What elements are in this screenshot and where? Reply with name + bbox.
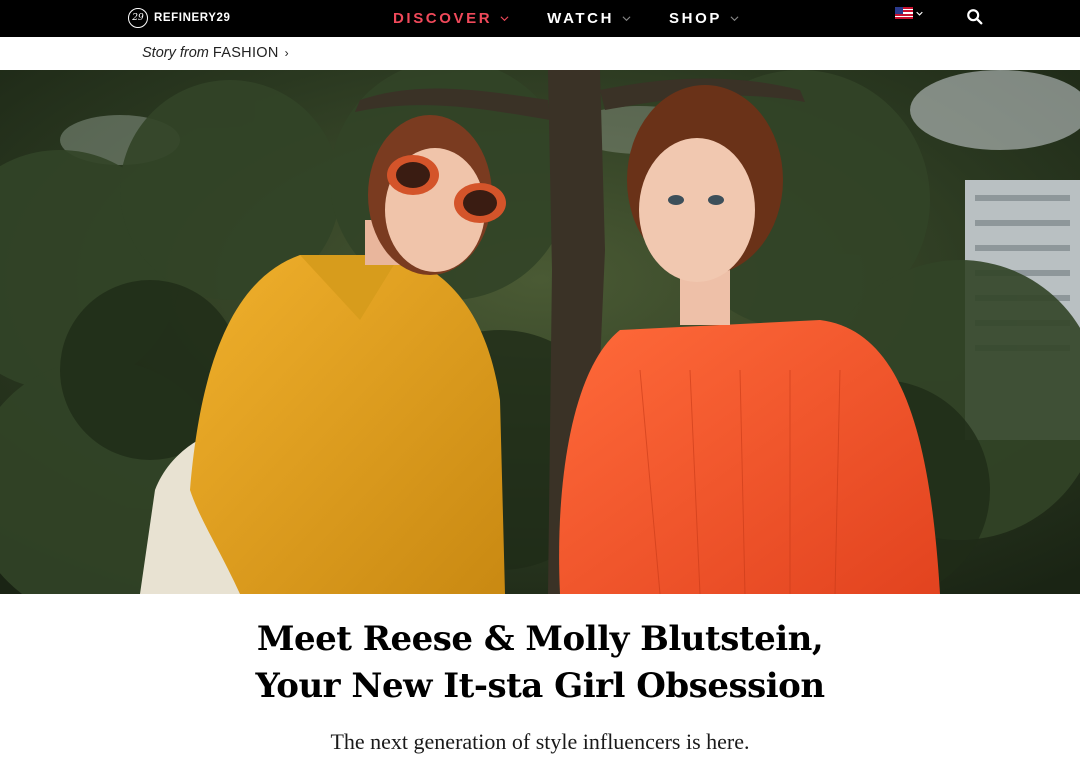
nav-link-watch[interactable]: WATCH [547,10,631,27]
edition-selector[interactable] [895,7,923,19]
refinery29-logo[interactable]: 29 REFINERY29 [128,7,231,29]
chevron-down-icon [730,16,739,22]
nav-link-label: DISCOVER [393,10,493,27]
headline-line-2: Your New It-sta Girl Obsession [255,666,825,706]
top-navigation-bar: 29 REFINERY29 DISCOVER WATCH SHOP [0,0,1080,37]
breadcrumb: Story from FASHION › [142,45,289,61]
refinery29-logo-icon: 29 [128,8,148,28]
article-headline: Meet Reese & Molly Blutstein, Your New I… [0,616,1080,710]
logo-text: REFINERY29 [154,12,231,24]
chevron-down-icon [916,11,923,16]
us-flag-icon [895,7,913,19]
nav-link-label: WATCH [547,10,615,27]
hero-image [0,70,1080,594]
chevron-down-icon [500,16,509,22]
nav-link-label: SHOP [669,10,722,27]
main-nav-links: DISCOVER WATCH SHOP [393,0,739,37]
chevron-right-icon: › [284,46,289,60]
nav-link-discover[interactable]: DISCOVER [393,10,509,27]
nav-link-shop[interactable]: SHOP [669,10,739,27]
hero-photo [0,70,1080,594]
story-category-link[interactable]: FASHION [213,45,279,61]
chevron-down-icon [622,16,631,22]
story-category-bar: Story from FASHION › [0,37,1080,70]
search-icon[interactable] [966,8,984,26]
article-dek: The next generation of style influencers… [330,729,750,754]
story-prefix: Story from [142,45,209,61]
headline-line-1: Meet Reese & Molly Blutstein, [256,619,824,659]
